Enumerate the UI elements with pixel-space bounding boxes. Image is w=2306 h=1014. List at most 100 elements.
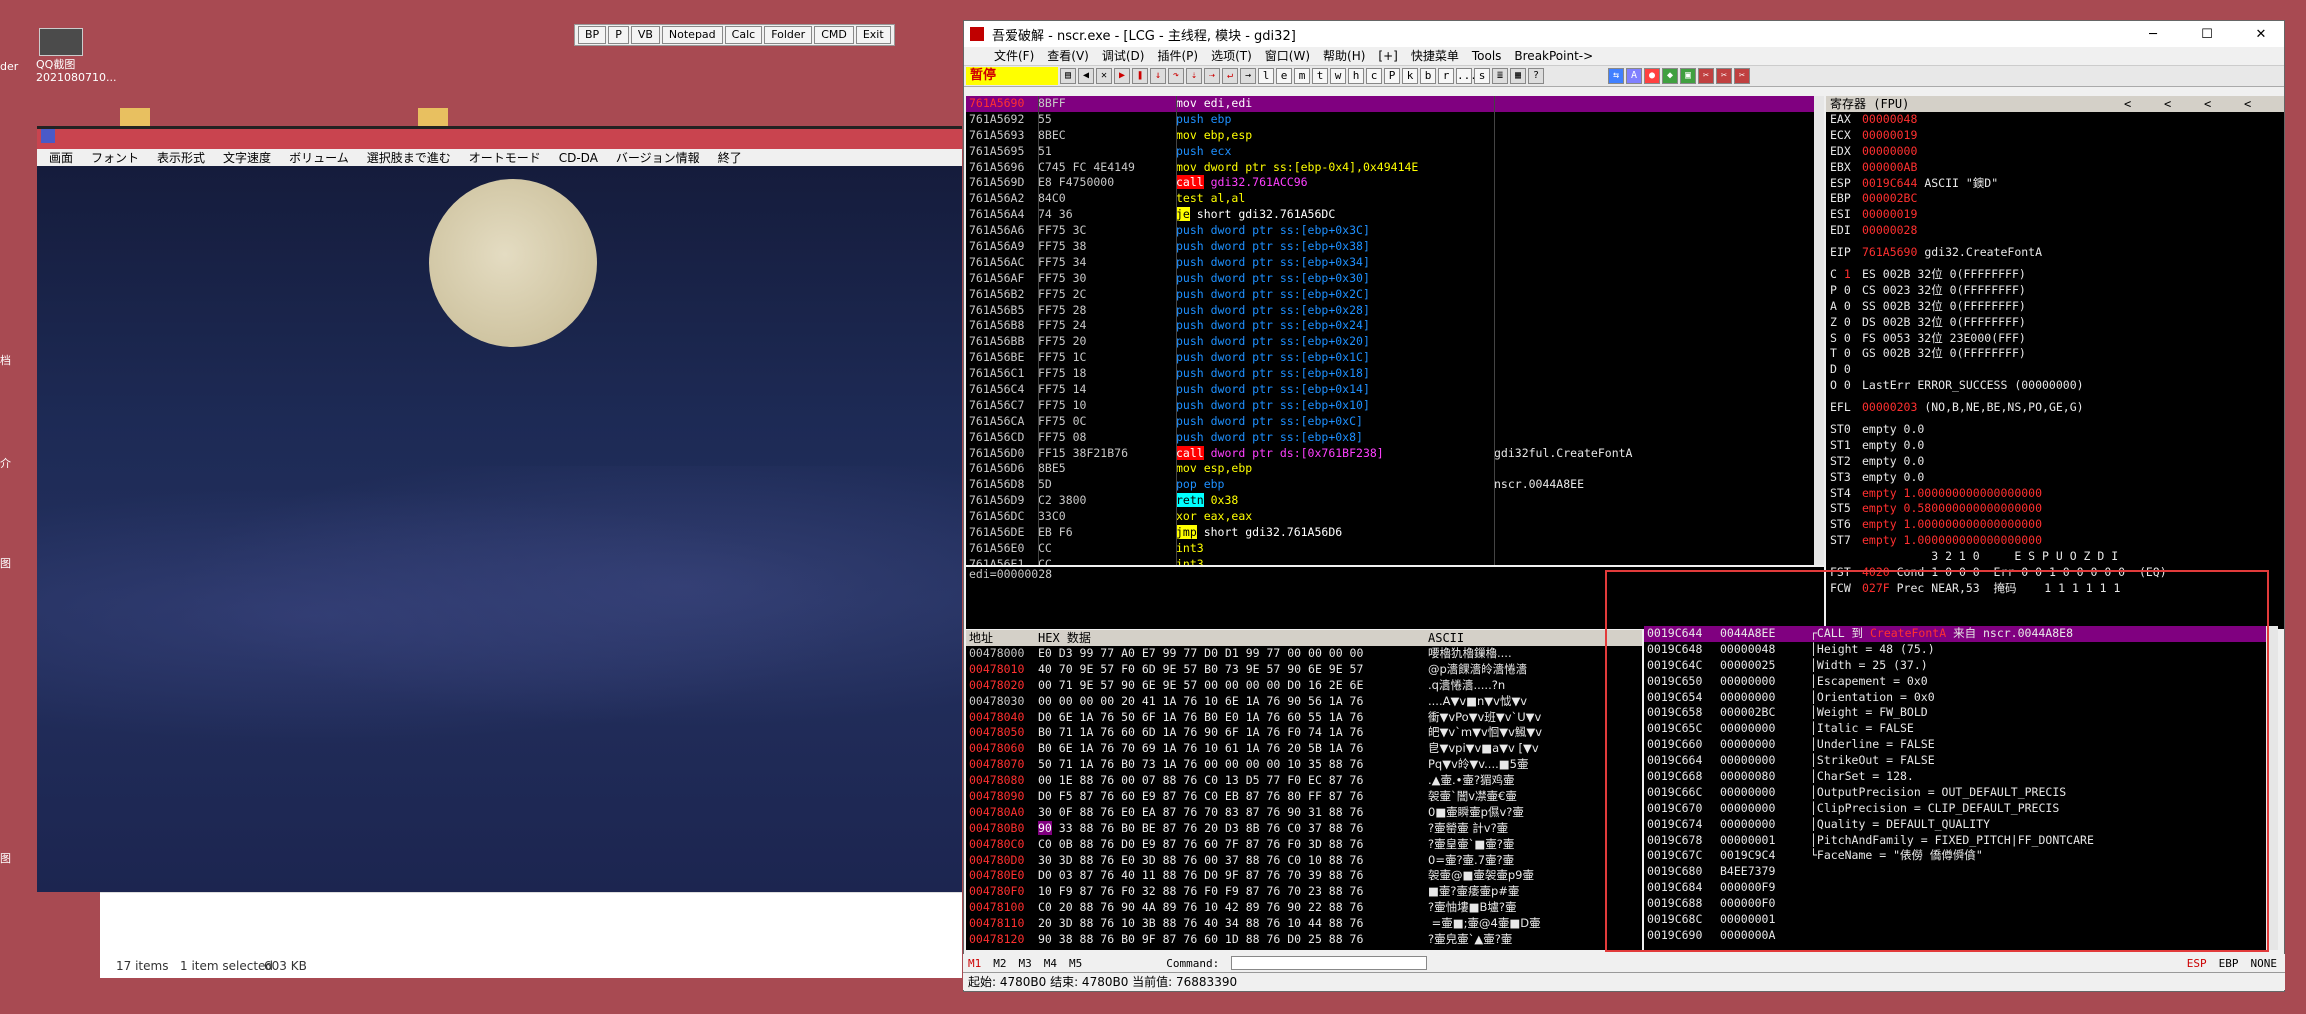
disasm-row[interactable]: 761A56CA FF75 0C push dword ptr ss:[ebp+0x… bbox=[966, 414, 1814, 430]
disasm-row[interactable]: 761A56D0 FF15 38F21B76 call dword ptr ds:[… bbox=[966, 445, 1814, 462]
plugin-icon[interactable]: ✂ bbox=[1734, 68, 1750, 84]
dump-row[interactable]: 004780F0 10 F9 87 76 F0 32 88 76 F0 F9 87… bbox=[966, 884, 1642, 900]
disasm-row[interactable]: 761A56E0 CC int3 bbox=[966, 541, 1814, 557]
plugin-icon[interactable]: ✂ bbox=[1698, 68, 1714, 84]
dump-row[interactable]: 00478090 D0 F5 87 76 60 E9 87 76 C0 EB 87… bbox=[966, 789, 1642, 805]
register-row[interactable]: ST6 empty 1.000000000000000000 bbox=[1830, 517, 2284, 533]
dump-row[interactable]: 004780D0 30 3D 88 76 E0 3D 88 76 00 37 88… bbox=[966, 853, 1642, 869]
close-process-icon[interactable]: ✕ bbox=[1096, 68, 1112, 84]
launcher-calc-button[interactable]: Calc bbox=[724, 26, 763, 44]
menu-view[interactable]: 查看(V) bbox=[1047, 47, 1089, 65]
folder-icon[interactable] bbox=[120, 108, 150, 126]
toolbar-e-button[interactable]: e bbox=[1276, 68, 1292, 84]
trace-into-icon[interactable]: ⇣ bbox=[1186, 68, 1202, 84]
step-over-icon[interactable]: ↷ bbox=[1168, 68, 1184, 84]
game-menu-font[interactable]: フォント bbox=[91, 149, 139, 167]
disasm-row[interactable]: 761A56DE EB F6 jmp short gdi32.761A56D6 bbox=[966, 525, 1814, 541]
disasm-row[interactable]: 761A56A4 74 36 je short gdi32.761A56DC bbox=[966, 207, 1814, 223]
game-menu-skip[interactable]: 選択肢まで進む bbox=[367, 149, 451, 167]
register-row[interactable]: ST7 empty 1.000000000000000000 bbox=[1830, 533, 2284, 549]
menu-plugins[interactable]: 插件(P) bbox=[1157, 47, 1198, 65]
cmd-tab-m4[interactable]: M4 bbox=[1044, 957, 1057, 970]
list-icon[interactable]: ≣ bbox=[1492, 68, 1508, 84]
dump-pane[interactable]: 地址 HEX 数据 ASCII 00478000 E0 D3 99 77 A0 E… bbox=[966, 630, 1642, 950]
dump-row[interactable]: 00478120 90 38 88 76 B0 9F 87 76 60 1D 88… bbox=[966, 932, 1642, 948]
menu-tools[interactable]: Tools bbox=[1472, 47, 1502, 65]
command-input[interactable] bbox=[1231, 956, 1428, 970]
menu-options[interactable]: 选项(T) bbox=[1211, 47, 1252, 65]
registers-pane[interactable]: 寄存器 (FPU) < < < < EAX 00000048 ECX 00000019… bbox=[1826, 96, 2284, 629]
register-row[interactable]: 3 2 1 0 E S P U O Z D I bbox=[1830, 549, 2284, 565]
game-scene[interactable] bbox=[37, 166, 962, 892]
toolbar-more-button[interactable]: ... bbox=[1456, 68, 1477, 84]
dump-row[interactable]: 00478080 00 1E 88 76 00 07 88 76 C0 13 D5… bbox=[966, 773, 1642, 789]
game-menu-auto[interactable]: オートモード bbox=[469, 149, 541, 167]
launcher-folder-button[interactable]: Folder bbox=[764, 26, 813, 44]
toolbar-s-button[interactable]: s bbox=[1474, 68, 1490, 84]
rewind-icon[interactable]: ◀ bbox=[1078, 68, 1094, 84]
disasm-row[interactable]: 761A56C4 FF75 14 push dword ptr ss:[ebp+0x… bbox=[966, 382, 1814, 398]
menu-breakpoint[interactable]: BreakPoint-> bbox=[1514, 47, 1593, 65]
toolbar-r-button[interactable]: r bbox=[1438, 68, 1454, 84]
cmd-tab-m5[interactable]: M5 bbox=[1069, 957, 1082, 970]
dump-row[interactable]: 00478030 00 00 00 00 20 41 1A 76 10 6E 1A… bbox=[966, 694, 1642, 710]
chevron-left-icon[interactable]: < bbox=[2164, 96, 2204, 112]
dump-row[interactable]: 00478050 B0 71 1A 76 60 6D 1A 76 90 6F 1A… bbox=[966, 725, 1642, 741]
register-row[interactable]: ST2 empty 0.0 bbox=[1830, 454, 2284, 470]
dump-row[interactable]: 00478070 50 71 1A 76 B0 73 1A 76 00 00 00… bbox=[966, 757, 1642, 773]
register-row[interactable]: EAX 00000048 bbox=[1830, 112, 2284, 128]
chevron-left-icon[interactable]: < bbox=[2124, 96, 2164, 112]
disasm-row[interactable]: 761A56DC 33C0 xor eax,eax bbox=[966, 509, 1814, 525]
disasm-row[interactable]: 761A56D6 8BE5 mov esp,ebp bbox=[966, 461, 1814, 477]
register-row[interactable]: T 0 GS 002B 32位 0(FFFFFFFF) bbox=[1830, 346, 2284, 362]
cmd-none[interactable]: NONE bbox=[2251, 957, 2278, 970]
minimize-icon[interactable]: ─ bbox=[2130, 27, 2176, 42]
plugin-icon[interactable]: A bbox=[1626, 68, 1642, 84]
register-row[interactable]: C 1 ES 002B 32位 0(FFFFFFFF) bbox=[1830, 267, 2284, 283]
cmd-tab-m3[interactable]: M3 bbox=[1019, 957, 1032, 970]
register-row[interactable]: ST4 empty 1.000000000000000000 bbox=[1830, 486, 2284, 502]
toolbar-k-button[interactable]: k bbox=[1402, 68, 1418, 84]
dump-header-address[interactable]: 地址 bbox=[966, 630, 1038, 646]
cmd-ebp[interactable]: EBP bbox=[2219, 957, 2239, 970]
dump-row[interactable]: 00478000 E0 D3 99 77 A0 E7 99 77 D0 D1 99… bbox=[966, 646, 1642, 662]
register-row[interactable]: EDX 00000000 bbox=[1830, 144, 2284, 160]
menu-window[interactable]: 窗口(W) bbox=[1265, 47, 1310, 65]
dump-row[interactable]: 004780E0 D0 03 87 76 40 11 88 76 D0 9F 87… bbox=[966, 868, 1642, 884]
register-row[interactable]: EBP 000002BC bbox=[1830, 191, 2284, 207]
toolbar-l-button[interactable]: l bbox=[1258, 68, 1274, 84]
run-icon[interactable]: ▶ bbox=[1114, 68, 1130, 84]
disasm-row[interactable]: 761A56BB FF75 20 push dword ptr ss:[ebp+0x… bbox=[966, 334, 1814, 350]
dump-header-hex[interactable]: HEX 数据 bbox=[1038, 630, 1428, 646]
plugin-icon[interactable]: ◆ bbox=[1662, 68, 1678, 84]
menu-debug[interactable]: 调试(D) bbox=[1102, 47, 1145, 65]
disasm-row[interactable]: 761A5692 55 push ebp bbox=[966, 112, 1814, 128]
launcher-bp-button[interactable]: BP bbox=[578, 26, 607, 44]
desktop-icon-qq-screenshot[interactable]: QQ截图 2021080710... bbox=[36, 28, 116, 84]
disasm-row[interactable]: 761A5696 C745 FC 4E4149 mov dword ptr ss:[… bbox=[966, 160, 1814, 176]
menu-help[interactable]: 帮助(H) bbox=[1323, 47, 1365, 65]
menu-file[interactable]: 文件(F) bbox=[994, 47, 1034, 65]
disasm-row[interactable]: 761A56CD FF75 08 push dword ptr ss:[ebp+0x… bbox=[966, 430, 1814, 446]
register-row[interactable]: ST3 empty 0.0 bbox=[1830, 470, 2284, 486]
disasm-row[interactable]: 761A56B8 FF75 24 push dword ptr ss:[ebp+0x… bbox=[966, 318, 1814, 334]
plugin-icon[interactable]: ▣ bbox=[1680, 68, 1696, 84]
dump-row[interactable]: 004780B0 90 33 88 76 B0 BE 87 76 20 D3 8B… bbox=[966, 820, 1642, 837]
disasm-row[interactable]: 761A56B2 FF75 2C push dword ptr ss:[ebp+0x… bbox=[966, 287, 1814, 303]
plugin-icon[interactable]: ✂ bbox=[1716, 68, 1732, 84]
plugin-icon[interactable]: ● bbox=[1644, 68, 1660, 84]
grid-icon[interactable]: ▦ bbox=[1510, 68, 1526, 84]
dump-row[interactable]: 00478010 40 70 9E 57 F0 6D 9E 57 B0 73 9E… bbox=[966, 662, 1642, 678]
game-menu-exit[interactable]: 終了 bbox=[718, 149, 742, 167]
register-row[interactable]: ST0 empty 0.0 bbox=[1830, 422, 2284, 438]
disasm-row[interactable]: 761A56AC FF75 34 push dword ptr ss:[ebp+0x… bbox=[966, 255, 1814, 271]
toolbar-c-button[interactable]: c bbox=[1366, 68, 1382, 84]
pause-icon[interactable]: ❚ bbox=[1132, 68, 1148, 84]
toolbar-m-button[interactable]: m bbox=[1294, 68, 1310, 84]
disasm-row[interactable]: 761A5690 8BFF mov edi,edi bbox=[966, 96, 1814, 112]
disasm-row[interactable]: 761A56C1 FF75 18 push dword ptr ss:[ebp+0x… bbox=[966, 366, 1814, 382]
disasm-row[interactable]: 761A56A2 84C0 test al,al bbox=[966, 191, 1814, 207]
dump-row[interactable]: 00478110 20 3D 88 76 10 3B 88 76 40 34 88… bbox=[966, 916, 1642, 932]
disasm-row[interactable]: 761A56B5 FF75 28 push dword ptr ss:[ebp+0x… bbox=[966, 303, 1814, 319]
register-row[interactable]: ESP 0019C644 ASCII "鐭D" bbox=[1830, 176, 2284, 192]
